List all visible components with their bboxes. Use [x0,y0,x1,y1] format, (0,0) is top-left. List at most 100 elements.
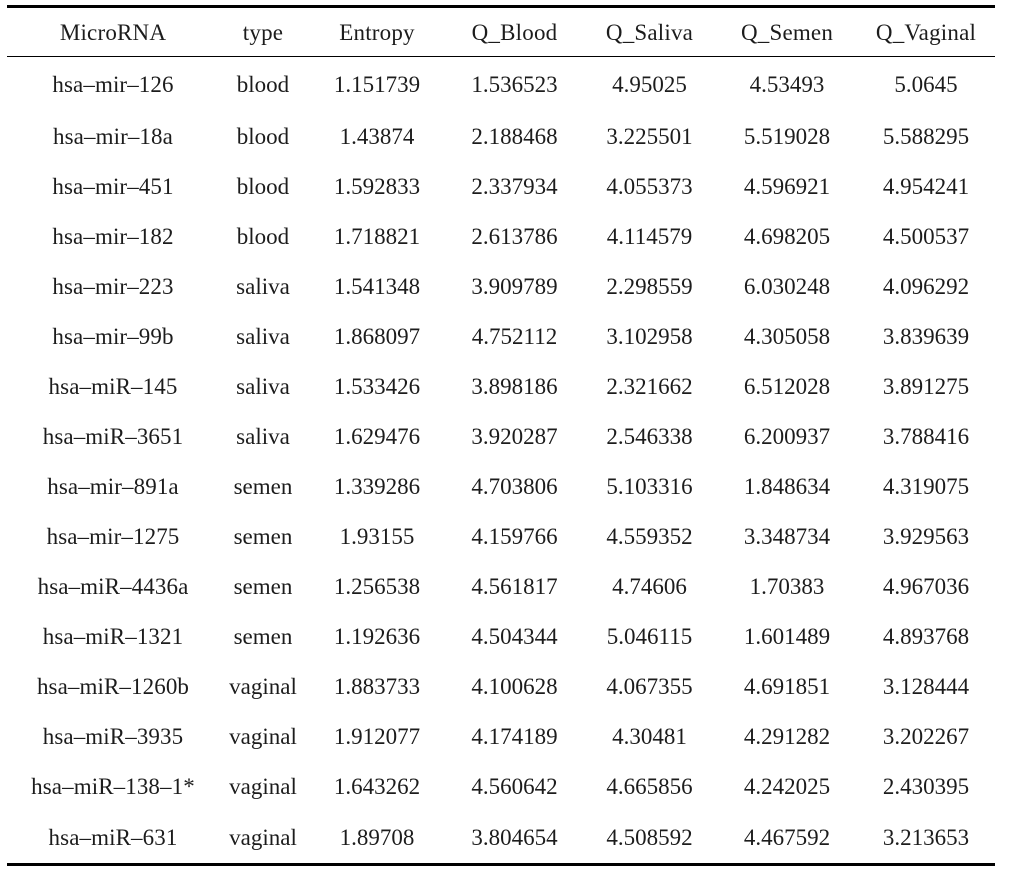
cell-entropy: 1.883733 [333,673,421,699]
cell-q-vaginal: 5.588295 [882,123,970,149]
cell-type: vaginal [219,811,307,866]
column-header-q-vaginal: Q_Vaginal [857,5,995,57]
cell-microrna: hsa–miR–3935 [42,723,184,749]
cell-entropy: 1.151739 [333,71,421,97]
cell-q-saliva: 4.30481 [612,723,687,749]
column-header-q-blood: Q_Blood [447,5,582,57]
cell-type: vaginal [229,773,297,799]
cell-entropy: 1.643262 [333,773,421,799]
table-row: hsa–mir–182 blood 1.718821 2.613786 4.114579… [7,211,995,261]
cell-microrna: hsa–mir–223 [52,273,174,299]
cell-q-semen: 4.291282 [743,723,831,749]
cell-q-blood: 4.752112 [471,323,558,349]
cell-q-vaginal: 3.128444 [882,673,970,699]
cell-entropy: 1.339286 [333,473,421,499]
cell-entropy: 1.192636 [333,623,421,649]
table-row: hsa–mir–18a blood 1.43874 2.188468 3.225501 5… [7,111,995,161]
cell-entropy: 1.629476 [333,423,421,449]
cell-type: saliva [236,373,290,399]
cell-q-semen: 4.53493 [749,71,825,97]
cell-q-semen: 3.348734 [743,523,831,549]
cell-type: vaginal [229,673,297,699]
cell-q-vaginal: 3.202267 [882,723,970,749]
cell-q-blood: 4.504344 [471,623,558,649]
cell-q-blood: 4.100628 [471,673,558,699]
cell-q-vaginal: 4.096292 [882,273,970,299]
cell-type: saliva [236,423,290,449]
cell-q-semen: 1.601489 [743,623,831,649]
cell-q-saliva: 4.067355 [606,673,693,699]
cell-microrna: hsa–miR–145 [48,373,178,399]
cell-q-saliva: 5.046115 [606,623,693,649]
cell-q-blood: 4.174189 [471,723,558,749]
table-row: hsa–mir–223 saliva 1.541348 3.909789 2.29855… [7,261,995,311]
table-row: hsa–mir–126 blood 1.151739 1.536523 4.95025 4… [7,57,995,112]
cell-q-saliva: 4.665856 [606,773,693,799]
table-body: hsa–mir–126 blood 1.151739 1.536523 4.95025 4… [7,57,995,866]
column-header-q-saliva: Q_Saliva [582,5,717,57]
cell-type: blood [236,123,290,149]
table-row: hsa–mir–451 blood 1.592833 2.337934 4.055373… [7,161,995,211]
cell-q-saliva: 4.74606 [612,573,687,599]
cell-q-semen: 4.691851 [743,673,831,699]
cell-q-vaginal: 2.430395 [882,773,970,799]
table-row: hsa–miR–1260b vaginal 1.883733 4.100628 4.06… [7,661,995,711]
cell-entropy: 1.533426 [333,373,421,399]
cell-microrna: hsa–miR–138–1* [31,773,195,799]
cell-q-blood: 1.536523 [471,71,558,97]
cell-q-semen: 4.305058 [743,323,831,349]
cell-microrna: hsa–miR–4436a [37,573,189,599]
cell-type: semen [233,473,293,499]
cell-microrna: hsa–mir–182 [52,223,174,249]
cell-microrna: hsa–miR–3651 [42,423,184,449]
table-container: MicroRNA type Entropy Q_Blood Q_Saliva Q… [0,0,1021,886]
cell-microrna: hsa–mir–1275 [46,523,180,549]
table-row: hsa–miR–3651 saliva 1.629476 3.920287 2.5463… [7,411,995,461]
cell-q-saliva: 2.298559 [606,273,693,299]
cell-q-blood: 3.898186 [471,373,558,399]
table-row: hsa–mir–99b saliva 1.868097 4.752112 3.10295… [7,311,995,361]
cell-q-saliva: 4.055373 [606,173,693,199]
cell-entropy: 1.912077 [333,723,421,749]
cell-q-saliva: 3.102958 [606,323,693,349]
cell-q-blood: 2.188468 [471,123,558,149]
cell-type: saliva [236,273,290,299]
cell-microrna: hsa–mir–18a [53,123,173,149]
cell-q-saliva: 4.559352 [606,523,693,549]
cell-entropy: 1.89708 [307,811,447,866]
cell-q-vaginal: 3.929563 [882,523,970,549]
table-row: hsa–miR–4436a semen 1.256538 4.561817 4.7460… [7,561,995,611]
cell-q-saliva: 4.508592 [582,811,717,866]
cell-q-saliva: 3.225501 [606,123,693,149]
table-row: hsa–miR–631 vaginal 1.89708 3.804654 4.50859… [7,811,995,866]
table-header: MicroRNA type Entropy Q_Blood Q_Saliva Q… [7,5,995,57]
table-row: hsa–miR–138–1* vaginal 1.643262 4.560642 4.6… [7,761,995,811]
cell-q-semen: 1.70383 [749,573,825,599]
cell-entropy: 1.592833 [333,173,421,199]
cell-entropy: 1.868097 [333,323,421,349]
column-header-microrna: MicroRNA [7,5,219,57]
cell-microrna: hsa–mir–126 [52,71,174,97]
cell-q-semen: 4.698205 [743,223,831,249]
cell-type: blood [236,71,290,97]
column-header-entropy: Entropy [307,5,447,57]
table-row: hsa–miR–1321 semen 1.192636 4.504344 5.04611… [7,611,995,661]
cell-entropy: 1.43874 [339,123,415,149]
cell-q-semen: 6.030248 [743,273,831,299]
cell-q-vaginal: 4.319075 [882,473,970,499]
cell-q-blood: 3.804654 [447,811,582,866]
cell-microrna: hsa–mir–891a [47,473,179,499]
cell-q-blood: 4.159766 [471,523,558,549]
microrna-data-table: MicroRNA type Entropy Q_Blood Q_Saliva Q… [7,5,995,866]
cell-q-blood: 2.613786 [471,223,558,249]
cell-q-semen: 5.519028 [743,123,831,149]
cell-type: blood [236,223,290,249]
cell-q-saliva: 5.103316 [606,473,693,499]
cell-q-blood: 4.703806 [471,473,558,499]
cell-q-blood: 4.560642 [471,773,558,799]
cell-type: semen [233,623,293,649]
cell-q-vaginal: 4.954241 [882,173,970,199]
cell-q-blood: 3.909789 [471,273,558,299]
cell-q-semen: 4.242025 [743,773,831,799]
cell-type: semen [233,573,293,599]
